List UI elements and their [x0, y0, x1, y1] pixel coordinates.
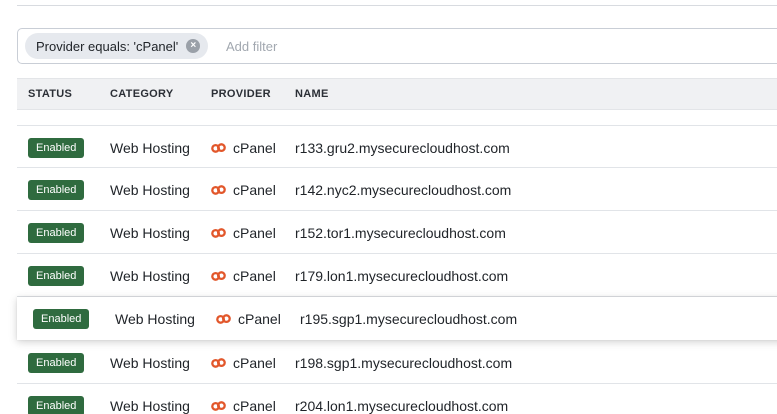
provider-cell: cPanel: [233, 225, 276, 241]
provider-cell: cPanel: [238, 311, 281, 327]
table-header: STATUS CATEGORY PROVIDER NAME: [17, 78, 777, 110]
status-badge: Enabled: [33, 309, 90, 329]
name-cell[interactable]: r195.sgp1.mysecurecloudhost.com: [300, 311, 517, 327]
column-header-status[interactable]: STATUS: [28, 88, 72, 100]
server-list-page: Provider equals: 'cPanel' × STATUS CATEG…: [0, 0, 777, 414]
remove-filter-icon[interactable]: ×: [186, 39, 201, 53]
cpanel-logo-icon: [211, 399, 226, 411]
column-header-category[interactable]: CATEGORY: [110, 88, 174, 100]
category-cell: Web Hosting: [110, 182, 190, 198]
table-row[interactable]: Enabled Web Hosting cPanel r152.tor1.mysecu…: [17, 211, 777, 254]
cpanel-logo-icon: [211, 226, 226, 238]
table-row[interactable]: Enabled Web Hosting cPanel r179.lon1.mysecu…: [17, 254, 777, 297]
top-divider: [17, 5, 777, 6]
filter-chip-provider[interactable]: Provider equals: 'cPanel' ×: [25, 33, 209, 59]
name-cell[interactable]: r152.tor1.mysecurecloudhost.com: [295, 225, 506, 241]
cpanel-logo-icon: [216, 312, 231, 324]
filter-bar[interactable]: Provider equals: 'cPanel' ×: [17, 28, 777, 64]
cpanel-logo-icon: [211, 141, 226, 153]
provider-cell: cPanel: [233, 355, 276, 371]
provider-cell: cPanel: [233, 268, 276, 284]
category-cell: Web Hosting: [110, 355, 190, 371]
status-badge: Enabled: [28, 396, 85, 414]
table-row[interactable]: Enabled Web Hosting cPanel r198.sgp1.mysecu…: [17, 341, 777, 384]
status-badge: Enabled: [28, 353, 85, 373]
status-badge: Enabled: [28, 138, 85, 158]
category-cell: Web Hosting: [110, 140, 190, 156]
cpanel-logo-icon: [211, 269, 226, 281]
table-row[interactable]: Enabled Web Hosting cPanel r195.sgp1.mysecu…: [17, 297, 777, 340]
table-row[interactable]: Enabled Web Hosting cPanel r142.nyc2.mysecu…: [17, 168, 777, 211]
cpanel-logo-icon: [211, 356, 226, 368]
category-cell: Web Hosting: [110, 398, 190, 414]
category-cell: Web Hosting: [115, 311, 195, 327]
provider-cell: cPanel: [233, 140, 276, 156]
column-header-provider[interactable]: PROVIDER: [211, 88, 271, 100]
cpanel-logo-icon: [211, 183, 226, 195]
status-badge: Enabled: [28, 266, 85, 286]
status-badge: Enabled: [28, 223, 85, 243]
category-cell: Web Hosting: [110, 268, 190, 284]
name-cell[interactable]: r198.sgp1.mysecurecloudhost.com: [295, 355, 512, 371]
column-header-name[interactable]: NAME: [295, 88, 329, 100]
add-filter-input[interactable]: [226, 37, 526, 55]
filter-chip-label: Provider equals: 'cPanel': [36, 38, 179, 54]
name-cell[interactable]: r142.nyc2.mysecurecloudhost.com: [295, 182, 511, 198]
name-cell[interactable]: r179.lon1.mysecurecloudhost.com: [295, 268, 508, 284]
status-badge: Enabled: [28, 180, 85, 200]
provider-cell: cPanel: [233, 182, 276, 198]
provider-cell: cPanel: [233, 398, 276, 414]
table-row[interactable]: Enabled Web Hosting cPanel r133.gru2.mysecu…: [17, 125, 777, 168]
name-cell[interactable]: r133.gru2.mysecurecloudhost.com: [295, 140, 510, 156]
table-row[interactable]: Enabled Web Hosting cPanel r204.lon1.mysecu…: [17, 384, 777, 414]
category-cell: Web Hosting: [110, 225, 190, 241]
name-cell[interactable]: r204.lon1.mysecurecloudhost.com: [295, 398, 508, 414]
